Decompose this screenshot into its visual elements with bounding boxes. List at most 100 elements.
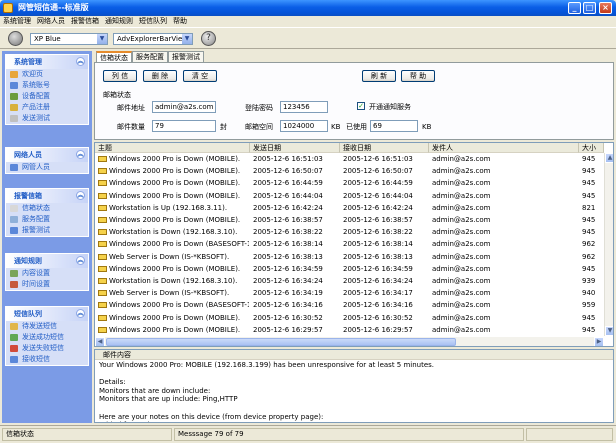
sidebar-item-sent-fail[interactable]: 发送失败短信: [6, 343, 88, 354]
table-row[interactable]: Workstation is Down (192.168.3.10). 2005-…: [95, 227, 601, 237]
cell-size: 945: [582, 191, 596, 200]
envelope-icon: [98, 192, 107, 199]
table-row[interactable]: Windows 2000 Pro is Down (MOBILE). 2005-1…: [95, 154, 601, 164]
scroll-down-icon[interactable]: ▼: [605, 326, 613, 336]
sidebar-item-device[interactable]: 设备配置: [6, 91, 88, 102]
list-button[interactable]: 列 信: [103, 70, 137, 82]
cell-sender: admin@a2s.com: [432, 191, 491, 200]
menu-staff[interactable]: 网络人员: [34, 16, 68, 27]
column-header-received[interactable]: 接收日期: [340, 143, 429, 153]
scroll-thumb[interactable]: [106, 338, 456, 346]
sidebar-item-register[interactable]: 产品注册: [6, 102, 88, 113]
sidebar-item-pending[interactable]: 待发送短信: [6, 321, 88, 332]
sidebar-item-service-config[interactable]: 服务配置: [6, 214, 88, 225]
table-row[interactable]: Windows 2000 Pro is Down (MOBILE). 2005-1…: [95, 325, 601, 335]
table-row[interactable]: Web Server is Down (IS-*KBSOFT). 2005-12-…: [95, 288, 601, 298]
vertical-scrollbar[interactable]: ▲ ▼: [604, 153, 613, 336]
sidebar-item-admins[interactable]: 网管人员: [6, 162, 88, 173]
user-icon: [10, 82, 18, 89]
table-row[interactable]: Windows 2000 Pro is Down (MOBILE). 2005-1…: [95, 313, 601, 323]
help-icon[interactable]: ?: [201, 31, 216, 46]
tools-icon[interactable]: [8, 31, 23, 46]
column-header-subject[interactable]: 主题: [95, 143, 250, 153]
address-field[interactable]: admin@a2s.com: [152, 101, 216, 113]
sidebar-group-header[interactable]: 报警信箱 ︽: [6, 189, 88, 203]
menu-system[interactable]: 系统管理: [0, 16, 34, 27]
sidebar-item-time-settings[interactable]: 时间设置: [6, 279, 88, 290]
mailbox-status-panel: 列 信 删 除 清 空 刷 新 帮 助 邮箱状态 邮件地址 admin@a2s.…: [94, 62, 614, 140]
sidebar-group-header[interactable]: 网络人员 ︽: [6, 148, 88, 162]
chevron-up-icon[interactable]: ︽: [76, 309, 85, 318]
cell-received-date: 2005-12-6 16:34:16: [343, 301, 413, 310]
count-field[interactable]: 79: [152, 120, 216, 132]
view-select[interactable]: AdvExplorerBarView ▼: [113, 33, 193, 45]
table-row[interactable]: Windows 2000 Pro is Down (MOBILE). 2005-1…: [95, 264, 601, 274]
notify-checkbox[interactable]: ✓: [357, 102, 365, 110]
cell-sent-date: 2005-12-6 16:38:22: [253, 228, 323, 237]
cell-subject: Workstation is Down (192.168.3.10).: [109, 277, 238, 285]
status-message-count: Messsage 79 of 79: [174, 428, 524, 441]
minimize-button[interactable]: _: [568, 2, 581, 14]
table-row[interactable]: Windows 2000 Pro is Down (BASESOFT-1FK..…: [95, 300, 601, 310]
table-row[interactable]: Windows 2000 Pro is Down (MOBILE). 2005-1…: [95, 166, 601, 176]
sidebar-group-header[interactable]: 短信队列 ︽: [6, 307, 88, 321]
table-row[interactable]: Workstation is Up (192.168.3.11). 2005-12…: [95, 203, 601, 213]
sidebar-item-sent-ok[interactable]: 发送成功短信: [6, 332, 88, 343]
table-row[interactable]: Web Server is Down (IS-*KBSOFT). 2005-12-…: [95, 252, 601, 262]
sidebar-item-content-settings[interactable]: 内容设置: [6, 268, 88, 279]
help-button[interactable]: 帮 助: [401, 70, 435, 82]
scroll-right-icon[interactable]: ▶: [594, 337, 604, 346]
sidebar-item-received[interactable]: 接收短信: [6, 354, 88, 365]
column-header-sender[interactable]: 发件人: [429, 143, 579, 153]
chevron-down-icon[interactable]: ▼: [182, 34, 192, 44]
column-header-sent[interactable]: 发送日期: [250, 143, 340, 153]
refresh-button[interactable]: 刷 新: [362, 70, 396, 82]
sidebar-item-mailbox-status[interactable]: 信箱状态: [6, 203, 88, 214]
theme-select[interactable]: XP Blue ▼: [30, 33, 108, 45]
maximize-button[interactable]: □: [583, 2, 596, 14]
status-bar: 信箱状态 Messsage 79 of 79: [0, 425, 616, 443]
sidebar-item-welcome[interactable]: 欢迎页: [6, 69, 88, 80]
horizontal-scrollbar[interactable]: ◀ ▶: [95, 337, 604, 346]
menu-alarm-mailbox[interactable]: 报警信箱: [68, 16, 102, 27]
cell-received-date: 2005-12-6 16:34:24: [343, 277, 413, 285]
space-field[interactable]: 1024000: [280, 120, 328, 132]
close-button[interactable]: ×: [599, 2, 612, 14]
menu-help[interactable]: 帮助: [170, 16, 190, 27]
sidebar-item-send-test[interactable]: 发送测试: [6, 113, 88, 124]
tab-alarm-test[interactable]: 报警测试: [168, 51, 204, 62]
table-row[interactable]: Windows 2000 Pro is Down (MOBILE). 2005-1…: [95, 191, 601, 201]
chevron-up-icon[interactable]: ︽: [76, 57, 85, 66]
chevron-down-icon[interactable]: ▼: [97, 34, 107, 44]
scroll-left-icon[interactable]: ◀: [95, 337, 105, 346]
chevron-up-icon[interactable]: ︽: [76, 191, 85, 200]
cell-size: 821: [582, 203, 596, 212]
sidebar-item-label: 待发送短信: [22, 322, 57, 330]
sidebar-item-label: 时间设置: [22, 280, 50, 288]
device-icon: [10, 93, 18, 100]
menu-sms-queue[interactable]: 短信队列: [136, 16, 170, 27]
used-field[interactable]: 69: [370, 120, 418, 132]
column-header-size[interactable]: 大小: [579, 143, 604, 153]
cell-received-date: 2005-12-6 16:29:57: [343, 325, 413, 334]
sidebar-item-alarm-test[interactable]: 报警测试: [6, 225, 88, 236]
table-row[interactable]: Windows 2000 Pro is Down (MOBILE). 2005-1…: [95, 215, 601, 225]
cell-size: 945: [582, 264, 596, 273]
delete-button[interactable]: 删 除: [143, 70, 177, 82]
sidebar-group-header[interactable]: 通知规则 ︽: [6, 254, 88, 268]
cell-sender: admin@a2s.com: [432, 289, 491, 298]
chevron-up-icon[interactable]: ︽: [76, 150, 85, 159]
sidebar-group-header[interactable]: 系统管理 ︽: [6, 55, 88, 69]
password-field[interactable]: 123456: [280, 101, 328, 113]
scroll-up-icon[interactable]: ▲: [605, 153, 613, 163]
envelope-icon: [98, 241, 107, 248]
table-row[interactable]: Windows 2000 Pro is Down (BASESOFT-1FK..…: [95, 239, 601, 249]
clear-button[interactable]: 清 空: [183, 70, 217, 82]
chevron-up-icon[interactable]: ︽: [76, 256, 85, 265]
sidebar-item-accounts[interactable]: 系统账号: [6, 80, 88, 91]
tab-service-config[interactable]: 服务配置: [132, 51, 168, 62]
menu-notify-rules[interactable]: 通知规则: [102, 16, 136, 27]
table-row[interactable]: Workstation is Down (192.168.3.10). 2005-…: [95, 276, 601, 286]
table-row[interactable]: Windows 2000 Pro is Down (MOBILE). 2005-1…: [95, 178, 601, 188]
cell-size: 939: [582, 277, 596, 285]
